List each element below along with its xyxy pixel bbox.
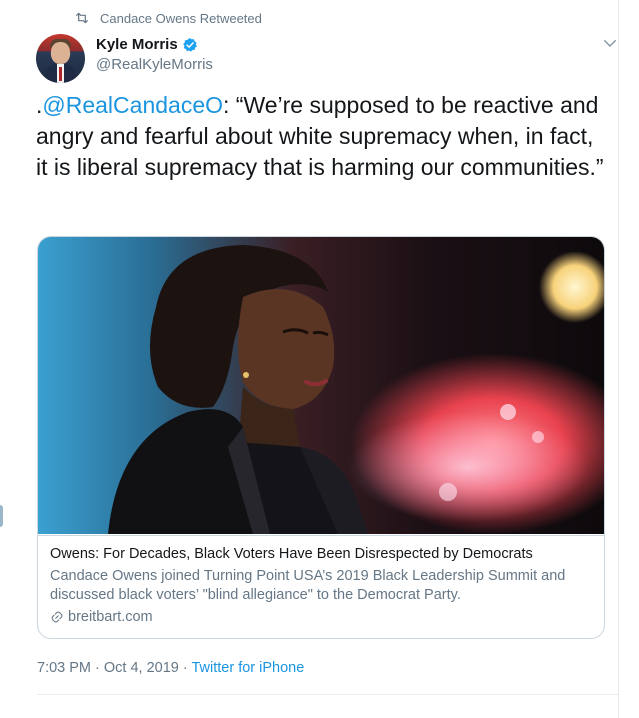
timeline-border	[618, 0, 619, 718]
retweet-context[interactable]: Candace Owens Retweeted	[74, 8, 262, 28]
card-domain-text: breitbart.com	[68, 609, 153, 625]
card-image[interactable]	[38, 237, 604, 534]
link-card[interactable]: Owens: For Decades, Black Voters Have Be…	[37, 236, 605, 639]
card-body[interactable]: Owens: For Decades, Black Voters Have Be…	[38, 535, 604, 638]
mention-link[interactable]: @RealCandaceO	[42, 92, 223, 118]
card-description: Candace Owens joined Turning Point USA’s…	[50, 568, 566, 603]
tweet-timestamp[interactable]: 7:03 PM · Oct 4, 2019	[37, 660, 179, 676]
chevron-down-icon[interactable]	[601, 34, 619, 52]
author-info[interactable]: Kyle Morris @RealKyleMorris	[96, 36, 213, 73]
card-title: Owens: For Decades, Black Voters Have Be…	[50, 546, 533, 562]
retweet-icon	[76, 12, 88, 24]
retweet-label: Candace Owens Retweeted	[100, 10, 262, 26]
source-link[interactable]: Twitter for iPhone	[191, 660, 304, 676]
divider	[37, 694, 619, 695]
meta-separator: ·	[178, 660, 192, 676]
author-handle[interactable]: @RealKyleMorris	[96, 56, 213, 73]
tweet-meta: 7:03 PM · Oct 4, 2019 · Twitter for iPho…	[37, 660, 304, 676]
card-domain: breitbart.com	[50, 609, 153, 625]
tweet-header: Kyle Morris @RealKyleMorris	[36, 34, 619, 84]
tweet-text: .@RealCandaceO: “We’re supposed to be re…	[36, 90, 611, 183]
avatar[interactable]	[36, 34, 85, 83]
display-name-text: Kyle Morris	[96, 36, 178, 53]
link-icon	[51, 611, 63, 623]
display-name[interactable]: Kyle Morris	[96, 36, 213, 53]
scroll-indicator	[0, 505, 3, 527]
verified-badge-icon	[182, 37, 197, 52]
